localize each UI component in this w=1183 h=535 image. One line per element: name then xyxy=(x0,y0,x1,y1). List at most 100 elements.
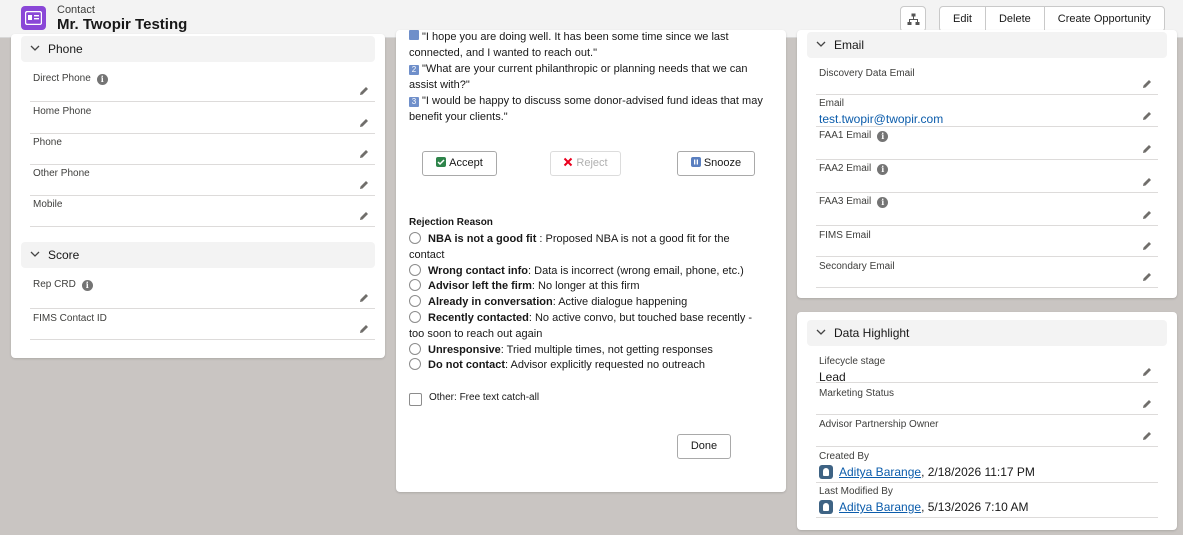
edit-pencil-icon[interactable] xyxy=(1142,431,1152,441)
section-title: Email xyxy=(834,38,865,52)
create-opportunity-button[interactable]: Create Opportunity xyxy=(1043,7,1164,31)
section-title: Score xyxy=(48,248,80,262)
faa1-email-field: FAA1 Email i xyxy=(816,130,1158,160)
data-highlight-section-header[interactable]: Data Highlight xyxy=(807,320,1167,346)
object-type-label: Contact xyxy=(57,4,95,16)
info-icon[interactable]: i xyxy=(877,197,889,208)
radio-button[interactable] xyxy=(409,311,421,323)
edit-pencil-icon[interactable] xyxy=(359,118,369,128)
info-icon[interactable]: i xyxy=(877,164,889,175)
field-label: Secondary Email xyxy=(819,261,895,272)
edit-pencil-icon[interactable] xyxy=(359,180,369,190)
info-icon[interactable]: i xyxy=(96,74,108,85)
snooze-button[interactable]: Snooze xyxy=(677,151,755,176)
radio-button[interactable] xyxy=(409,232,421,244)
number-badge-icon xyxy=(409,30,419,40)
field-label: Lifecycle stage xyxy=(819,356,886,367)
edit-pencil-icon[interactable] xyxy=(1142,79,1152,89)
field-label: Mobile xyxy=(33,199,63,210)
checkmark-icon xyxy=(436,157,447,167)
other-checkbox[interactable] xyxy=(409,393,422,406)
info-icon[interactable]: i xyxy=(877,131,889,142)
radio-button[interactable] xyxy=(409,264,421,276)
radio-button[interactable] xyxy=(409,343,421,355)
accept-button[interactable]: Accept xyxy=(422,151,497,176)
reject-button[interactable]: Reject xyxy=(550,151,621,176)
edit-pencil-icon[interactable] xyxy=(359,293,369,303)
fims-email-field: FIMS Email xyxy=(816,230,1158,257)
field-label: FIMS Email xyxy=(819,230,871,241)
reason-option-wrong-contact[interactable]: Wrong contact info: Data is incorrect (w… xyxy=(409,263,744,279)
field-label: Advisor Partnership Owner xyxy=(819,419,939,430)
chevron-down-icon xyxy=(30,45,40,51)
discovery-data-email-field: Discovery Data Email xyxy=(816,68,1158,95)
field-label: Marketing Status xyxy=(819,388,895,399)
marketing-status-field: Marketing Status xyxy=(816,388,1158,415)
last-modified-by-value: Aditya Barange, 5/13/2026 7:10 AM xyxy=(819,500,1028,514)
edit-pencil-icon[interactable] xyxy=(359,149,369,159)
edit-pencil-icon[interactable] xyxy=(1142,177,1152,187)
record-title: Mr. Twopir Testing xyxy=(57,16,188,33)
user-avatar-icon xyxy=(819,500,833,514)
edit-pencil-icon[interactable] xyxy=(1142,241,1152,251)
field-label: Direct Phone xyxy=(33,73,91,84)
field-label: Last Modified By xyxy=(819,486,893,497)
reason-option-do-not-contact[interactable]: Do not contact: Advisor explicitly reque… xyxy=(409,357,705,373)
talking-point-3: 3 "I would be happy to discuss some donor… xyxy=(409,95,763,123)
score-section-header[interactable]: Score xyxy=(21,242,375,268)
rejection-reason-title: Rejection Reason xyxy=(409,217,493,228)
delete-button[interactable]: Delete xyxy=(984,7,1044,31)
other-phone-field: Other Phone xyxy=(30,168,375,196)
radio-button[interactable] xyxy=(409,279,421,291)
user-link[interactable]: Aditya Barange xyxy=(839,500,921,514)
direct-phone-field: Direct Phone i xyxy=(30,73,375,102)
field-label: FAA1 Email xyxy=(819,130,872,141)
field-value: Lead xyxy=(819,370,846,384)
home-phone-field: Home Phone xyxy=(30,106,375,134)
user-link[interactable]: Aditya Barange xyxy=(839,465,921,479)
record-actions: Edit Delete Create Opportunity xyxy=(939,6,1165,32)
faa2-email-field: FAA2 Email i xyxy=(816,163,1158,193)
mobile-field: Mobile xyxy=(30,199,375,227)
edit-pencil-icon[interactable] xyxy=(1142,399,1152,409)
last-modified-by-field: Last Modified By Aditya Barange, 5/13/20… xyxy=(816,486,1158,518)
radio-button[interactable] xyxy=(409,295,421,307)
edit-pencil-icon[interactable] xyxy=(1142,272,1152,282)
edit-pencil-icon[interactable] xyxy=(1142,210,1152,220)
section-title: Data Highlight xyxy=(834,326,910,340)
fims-contact-id-field: FIMS Contact ID xyxy=(30,313,375,340)
edit-pencil-icon[interactable] xyxy=(359,324,369,334)
radio-button[interactable] xyxy=(409,358,421,370)
reason-option-unresponsive[interactable]: Unresponsive: Tried multiple times, not … xyxy=(409,342,713,358)
pause-icon xyxy=(690,157,701,167)
other-checkbox-label: Other: Free text catch-all xyxy=(429,392,540,403)
email-section-header[interactable]: Email xyxy=(807,32,1167,58)
phone-section-header[interactable]: Phone xyxy=(21,36,375,62)
edit-pencil-icon[interactable] xyxy=(359,86,369,96)
left-details-card: Phone Direct Phone i Home Phone Phone Oth… xyxy=(11,34,385,358)
chevron-down-icon xyxy=(816,329,826,335)
phone-field: Phone xyxy=(30,137,375,165)
email-card: Email Discovery Data Email Email test.tw… xyxy=(797,30,1177,298)
reason-option-left-firm[interactable]: Advisor left the firm: No longer at this… xyxy=(409,278,640,294)
section-title: Phone xyxy=(48,42,83,56)
secondary-email-field: Secondary Email xyxy=(816,261,1158,288)
field-label: Phone xyxy=(33,137,62,148)
reason-option-not-good-fit[interactable]: NBA is not a good fit : Proposed NBA is … xyxy=(409,231,779,263)
field-label: FAA3 Email xyxy=(819,196,872,207)
done-button[interactable]: Done xyxy=(677,434,731,459)
edit-pencil-icon[interactable] xyxy=(1142,144,1152,154)
chevron-down-icon xyxy=(30,251,40,257)
email-link[interactable]: test.twopir@twopir.com xyxy=(819,112,943,126)
info-icon[interactable]: i xyxy=(81,280,93,291)
reason-option-recently-contacted[interactable]: Recently contacted: No active convo, but… xyxy=(409,310,779,342)
edit-button[interactable]: Edit xyxy=(940,7,985,31)
hierarchy-button[interactable] xyxy=(900,6,926,32)
number-badge-icon: 3 xyxy=(409,97,419,107)
contact-card-icon xyxy=(21,6,46,30)
edit-pencil-icon[interactable] xyxy=(1142,367,1152,377)
edit-pencil-icon[interactable] xyxy=(1142,111,1152,121)
reason-option-in-conversation[interactable]: Already in conversation: Active dialogue… xyxy=(409,294,687,310)
field-label: Rep CRD xyxy=(33,279,76,290)
edit-pencil-icon[interactable] xyxy=(359,211,369,221)
